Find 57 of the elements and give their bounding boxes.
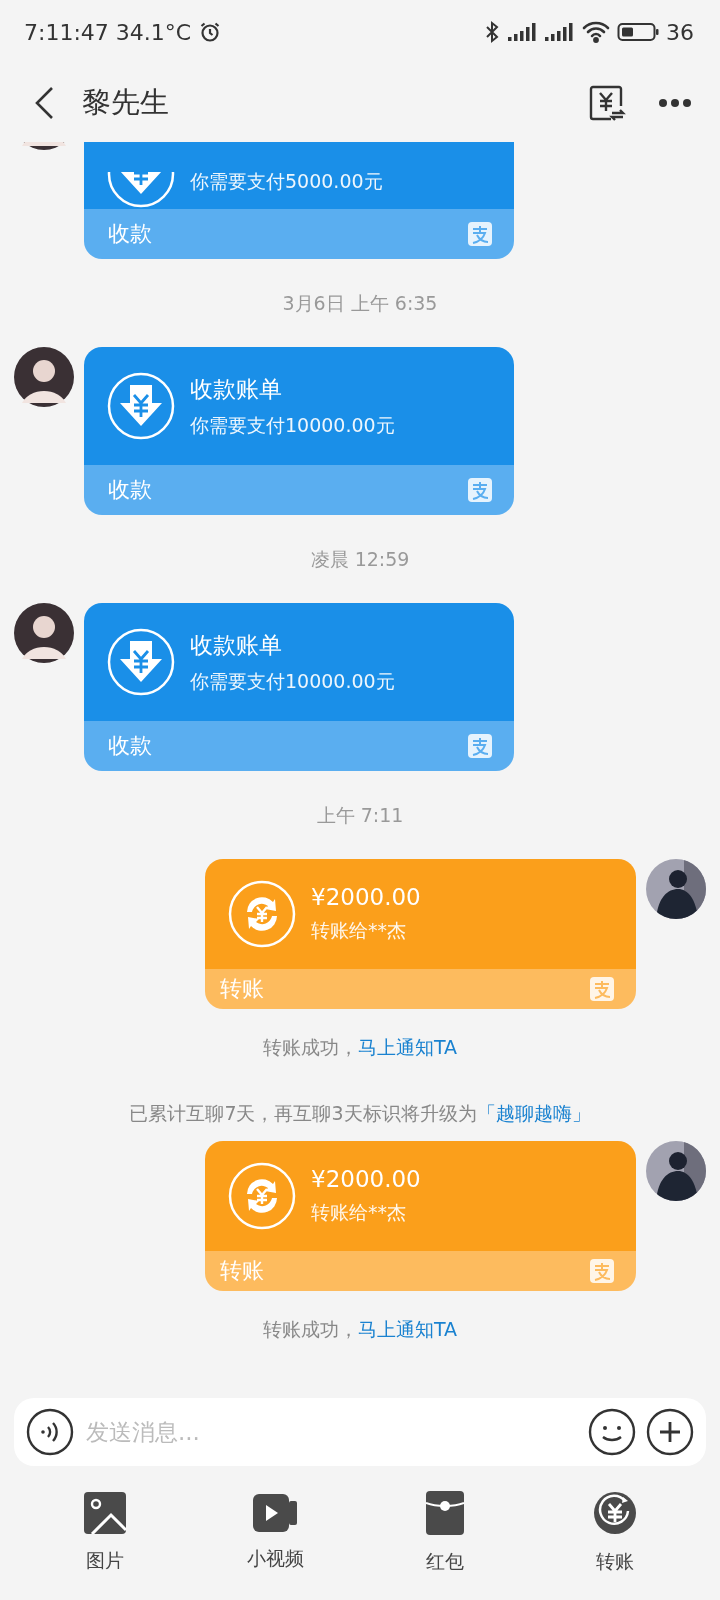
card-title: 收款账单 bbox=[190, 630, 283, 660]
download-yen-icon bbox=[106, 627, 176, 697]
notice-link[interactable]: 马上通知TA bbox=[357, 1036, 458, 1058]
card-label: 收款 bbox=[108, 476, 152, 504]
wifi-icon bbox=[582, 21, 610, 43]
envelope-icon bbox=[426, 1491, 464, 1535]
card-subtitle: 你需要支付10000.00元 bbox=[190, 668, 395, 694]
add-button[interactable] bbox=[646, 1408, 694, 1456]
card-label: 收款 bbox=[108, 732, 152, 760]
transfer-yen-icon bbox=[227, 879, 297, 949]
transfer-yen-icon bbox=[227, 1161, 297, 1231]
pay-logo-icon bbox=[590, 1259, 614, 1283]
card-subtitle: 你需要支付10000.00元 bbox=[190, 412, 395, 438]
more-icon bbox=[658, 98, 692, 108]
video-camera-icon bbox=[253, 1494, 297, 1532]
card-title: 收款账单 bbox=[190, 374, 283, 404]
chat-title: 黎先生 bbox=[82, 84, 169, 121]
timestamp: 上午 7:11 bbox=[316, 803, 404, 828]
bluetooth-icon bbox=[483, 20, 501, 44]
transfer-yen-icon bbox=[593, 1491, 637, 1535]
battery-icon bbox=[617, 21, 659, 43]
card-subtitle: 转账给**杰 bbox=[311, 1200, 407, 1225]
signal-icon bbox=[508, 22, 538, 42]
system-notice: 已累计互聊7天，再互聊3天标识将升级为「越聊越嗨」 bbox=[129, 1101, 591, 1126]
notice-link[interactable]: 「越聊越嗨」 bbox=[476, 1102, 591, 1124]
signal-icon bbox=[545, 22, 575, 42]
message-input-bar[interactable]: 发送消息... bbox=[14, 1398, 706, 1466]
battery-percentage: 36 bbox=[666, 19, 694, 45]
emoji-button[interactable] bbox=[588, 1408, 636, 1456]
pay-logo-icon bbox=[468, 478, 492, 502]
pay-logo-icon bbox=[590, 977, 614, 1001]
yen-exchange-icon bbox=[588, 84, 626, 122]
card-subtitle: 你需要支付5000.00元 bbox=[190, 169, 383, 194]
card-label: 转账 bbox=[220, 975, 264, 1003]
card-label: 转账 bbox=[220, 1257, 264, 1285]
timestamp: 3月6日 上午 6:35 bbox=[282, 291, 438, 316]
message-field[interactable]: 发送消息... bbox=[84, 1418, 578, 1446]
card-title: ¥2000.00 bbox=[311, 884, 421, 910]
clock: 7:11:47 bbox=[24, 19, 109, 45]
pay-logo-icon bbox=[468, 734, 492, 758]
timestamp: 凌晨 12:59 bbox=[310, 547, 410, 572]
download-yen-icon bbox=[106, 172, 176, 209]
toolbar-button[interactable]: 转账 bbox=[530, 1466, 700, 1600]
system-notice: 转账成功，马上通知TA bbox=[262, 1317, 458, 1342]
system-notice: 转账成功，马上通知TA bbox=[262, 1035, 458, 1060]
card-title: ¥2000.00 bbox=[311, 1166, 421, 1192]
toolbar-button[interactable]: 红包 bbox=[360, 1466, 530, 1600]
card-label: 收款 bbox=[108, 220, 152, 248]
image-icon bbox=[84, 1492, 126, 1534]
notice-link[interactable]: 马上通知TA bbox=[357, 1318, 458, 1340]
voice-button[interactable] bbox=[26, 1408, 74, 1456]
pay-logo-icon bbox=[468, 222, 492, 246]
temperature: 34.1°C bbox=[115, 19, 192, 45]
toolbar-button[interactable]: 小视频 bbox=[190, 1466, 360, 1600]
toolbar-button[interactable]: 图片 bbox=[20, 1466, 190, 1600]
download-yen-icon bbox=[106, 371, 176, 441]
card-subtitle: 转账给**杰 bbox=[311, 918, 407, 943]
